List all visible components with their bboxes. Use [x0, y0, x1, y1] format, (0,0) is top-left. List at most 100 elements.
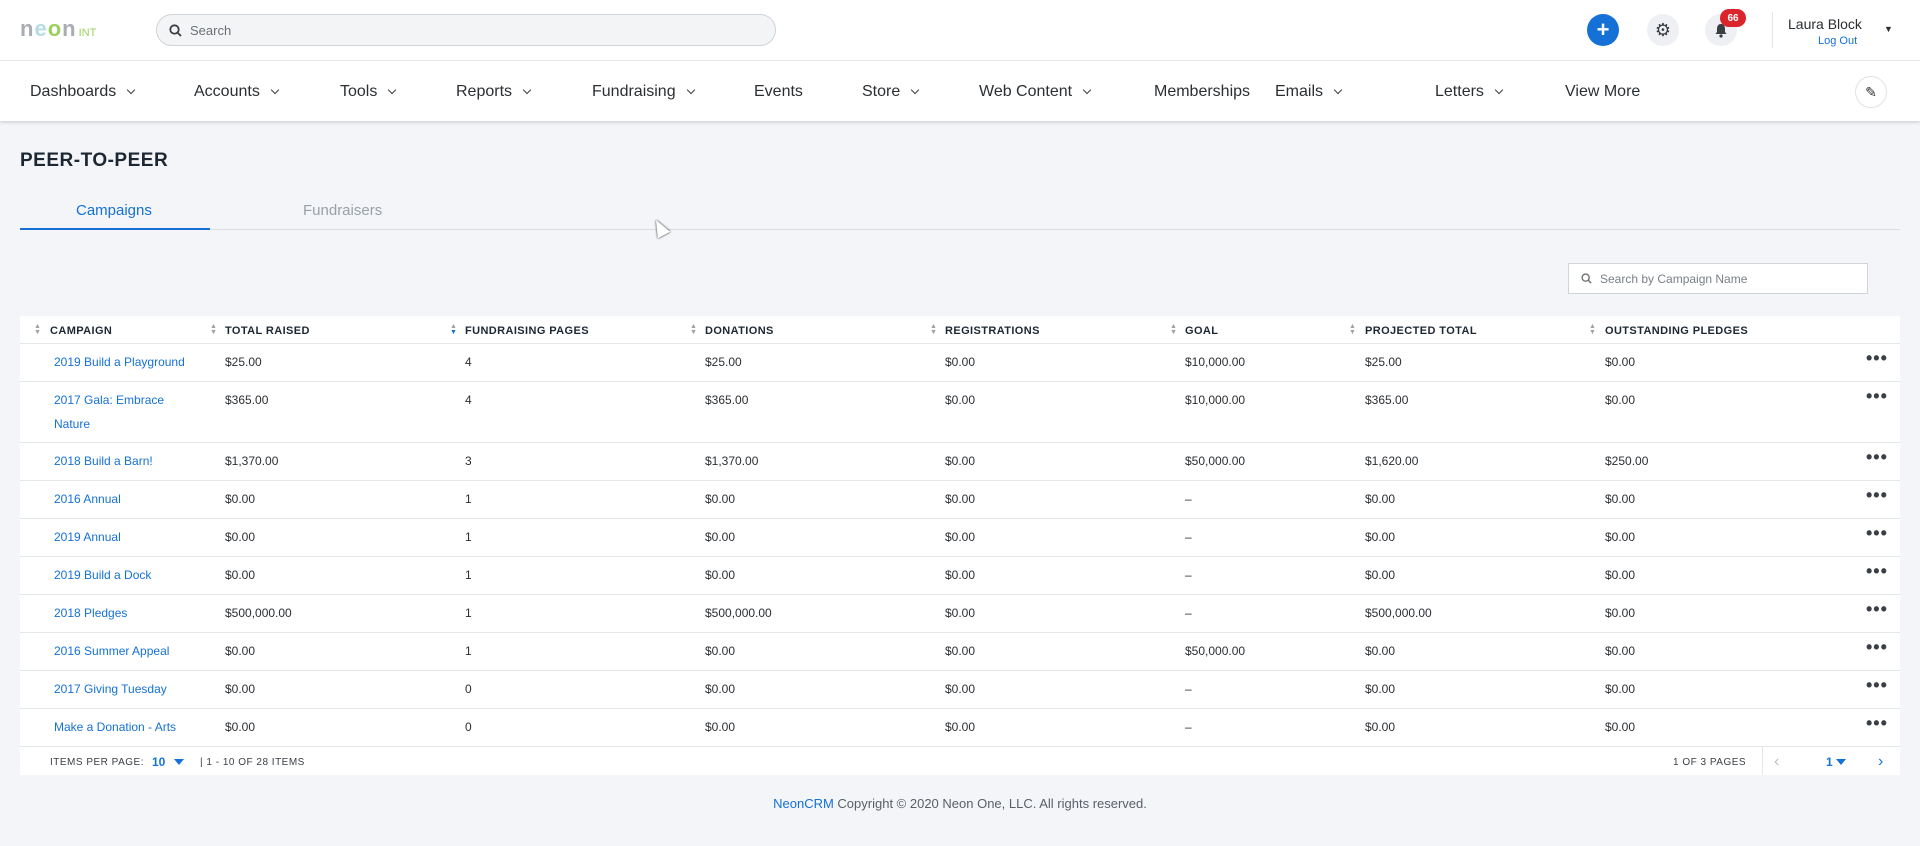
outstanding-pledges-cell: $250.00: [1605, 454, 1649, 468]
goal-cell: –: [1185, 682, 1192, 696]
nav-item-tools[interactable]: Tools: [340, 83, 397, 101]
chevron-down-icon: [686, 85, 695, 94]
nav-item-dashboards[interactable]: Dashboards: [30, 83, 136, 101]
global-search-input[interactable]: [190, 22, 750, 38]
campaign-link[interactable]: 2019 Annual: [54, 525, 254, 549]
sort-icon[interactable]: ▲ ▼: [1589, 323, 1596, 336]
footer-brand-link[interactable]: NeonCRM: [773, 796, 834, 811]
chevron-right-icon[interactable]: ›: [1878, 753, 1883, 771]
tab-campaigns[interactable]: Campaigns: [76, 202, 152, 219]
tab-fundraisers[interactable]: Fundraisers: [303, 202, 382, 219]
nav-item-label: Dashboards: [30, 83, 117, 100]
nav-item-label: View More: [1565, 83, 1641, 100]
nav-item-view-more[interactable]: View More: [1565, 83, 1640, 101]
goal-cell: –: [1185, 568, 1192, 582]
outstanding-pledges-cell: $0.00: [1605, 355, 1636, 369]
pager-divider: [1762, 747, 1763, 775]
nav-item-fundraising[interactable]: Fundraising: [592, 83, 695, 101]
more-icon[interactable]: •••: [1866, 675, 1888, 696]
sort-icon[interactable]: ▲ ▼: [690, 323, 697, 336]
neon-logo[interactable]: n e o n INT: [20, 18, 96, 40]
nav-item-emails[interactable]: Emails: [1275, 83, 1343, 101]
column-header-projected-total[interactable]: PROJECTED TOTAL: [1365, 325, 1477, 337]
caret-down-icon[interactable]: [1836, 759, 1846, 765]
page-count-label: 1 OF 3 PAGES: [1673, 757, 1747, 768]
campaign-link[interactable]: 2017 Giving Tuesday: [54, 677, 254, 701]
sort-icon[interactable]: ▲ ▼: [1349, 323, 1356, 336]
campaign-link[interactable]: 2019 Build a Dock: [54, 563, 254, 587]
table-row: 2016 Summer Appeal $0.00 1 $0.00 $0.00 $…: [20, 633, 1900, 671]
nav-item-accounts[interactable]: Accounts: [194, 83, 280, 101]
more-icon[interactable]: •••: [1866, 447, 1888, 468]
goal-cell: $50,000.00: [1185, 644, 1246, 658]
total-raised-cell: $0.00: [225, 644, 256, 658]
campaign-link[interactable]: 2018 Build a Barn!: [54, 449, 254, 473]
plus-icon: +: [1596, 17, 1610, 42]
sort-icon[interactable]: ▲ ▼: [450, 323, 457, 336]
campaign-link[interactable]: Make a Donation - Arts: [54, 715, 254, 739]
items-per-page-select[interactable]: 10: [152, 755, 165, 769]
more-icon[interactable]: •••: [1866, 523, 1888, 544]
more-icon[interactable]: •••: [1866, 637, 1888, 658]
campaign-link[interactable]: 2018 Pledges: [54, 601, 254, 625]
campaign-link[interactable]: 2017 Gala: Embrace Nature: [54, 388, 174, 436]
logout-link[interactable]: Log Out: [1818, 35, 1857, 47]
donations-cell: $0.00: [705, 644, 736, 658]
table-row: 2019 Build a Dock $0.00 1 $0.00 $0.00 – …: [20, 557, 1900, 595]
item-range-label: | 1 - 10 OF 28 ITEMS: [200, 757, 305, 768]
more-icon[interactable]: •••: [1866, 386, 1888, 407]
donations-cell: $500,000.00: [705, 606, 772, 620]
projected-total-cell: $0.00: [1365, 492, 1396, 506]
caret-down-icon[interactable]: ▼: [1884, 24, 1893, 34]
campaign-link[interactable]: 2019 Build a Playground: [54, 350, 254, 374]
column-header-registrations[interactable]: REGISTRATIONS: [945, 325, 1040, 337]
logo-letter-n2: n: [62, 16, 77, 41]
nav-item-events[interactable]: Events: [754, 83, 803, 101]
campaign-link[interactable]: 2016 Summer Appeal: [54, 639, 254, 663]
registrations-cell: $0.00: [945, 355, 976, 369]
edit-nav-button[interactable]: ✎: [1855, 76, 1887, 108]
column-header-fundraising-pages[interactable]: FUNDRAISING PAGES: [465, 325, 589, 337]
projected-total-cell: $0.00: [1365, 682, 1396, 696]
create-new-button[interactable]: +: [1587, 14, 1619, 46]
campaign-search-input[interactable]: [1600, 271, 1860, 286]
column-header-outstanding-pledges[interactable]: OUTSTANDING PLEDGES: [1605, 325, 1748, 337]
registrations-cell: $0.00: [945, 454, 976, 468]
user-name[interactable]: Laura Block: [1788, 16, 1862, 32]
projected-total-cell: $0.00: [1365, 644, 1396, 658]
campaign-search[interactable]: [1568, 263, 1868, 294]
chevron-left-icon[interactable]: ‹: [1774, 753, 1779, 771]
settings-button[interactable]: ⚙: [1647, 14, 1679, 46]
caret-down-icon[interactable]: [174, 759, 184, 765]
more-icon[interactable]: •••: [1866, 599, 1888, 620]
nav-item-web-content[interactable]: Web Content: [979, 83, 1092, 101]
more-icon[interactable]: •••: [1866, 348, 1888, 369]
projected-total-cell: $500,000.00: [1365, 606, 1432, 620]
column-header-donations[interactable]: DONATIONS: [705, 325, 774, 337]
column-header-total-raised[interactable]: TOTAL RAISED: [225, 325, 310, 337]
nav-item-memberships[interactable]: Memberships: [1154, 83, 1250, 101]
fundraising-pages-cell: 4: [465, 355, 472, 369]
global-search[interactable]: [156, 14, 776, 46]
chevron-down-icon: [1333, 85, 1343, 94]
nav-item-letters[interactable]: Letters: [1435, 83, 1504, 101]
nav-item-store[interactable]: Store: [862, 83, 920, 101]
nav-item-reports[interactable]: Reports: [456, 83, 532, 101]
more-icon[interactable]: •••: [1866, 561, 1888, 582]
tabs-divider: [20, 229, 1900, 230]
column-header-campaign[interactable]: CAMPAIGN: [50, 325, 112, 337]
sort-icon[interactable]: ▲ ▼: [1170, 323, 1177, 336]
total-raised-cell: $365.00: [225, 393, 269, 407]
more-icon[interactable]: •••: [1866, 713, 1888, 734]
total-raised-cell: $0.00: [225, 492, 256, 506]
sort-icon[interactable]: ▲ ▼: [210, 323, 217, 336]
sort-icon[interactable]: ▲ ▼: [930, 323, 937, 336]
donations-cell: $0.00: [705, 492, 736, 506]
campaign-link[interactable]: 2016 Annual: [54, 487, 254, 511]
registrations-cell: $0.00: [945, 492, 976, 506]
column-header-goal[interactable]: GOAL: [1185, 325, 1218, 337]
current-page-select[interactable]: 1: [1826, 755, 1833, 769]
sort-icon[interactable]: ▲ ▼: [34, 323, 41, 336]
more-icon[interactable]: •••: [1866, 485, 1888, 506]
total-raised-cell: $0.00: [225, 568, 256, 582]
